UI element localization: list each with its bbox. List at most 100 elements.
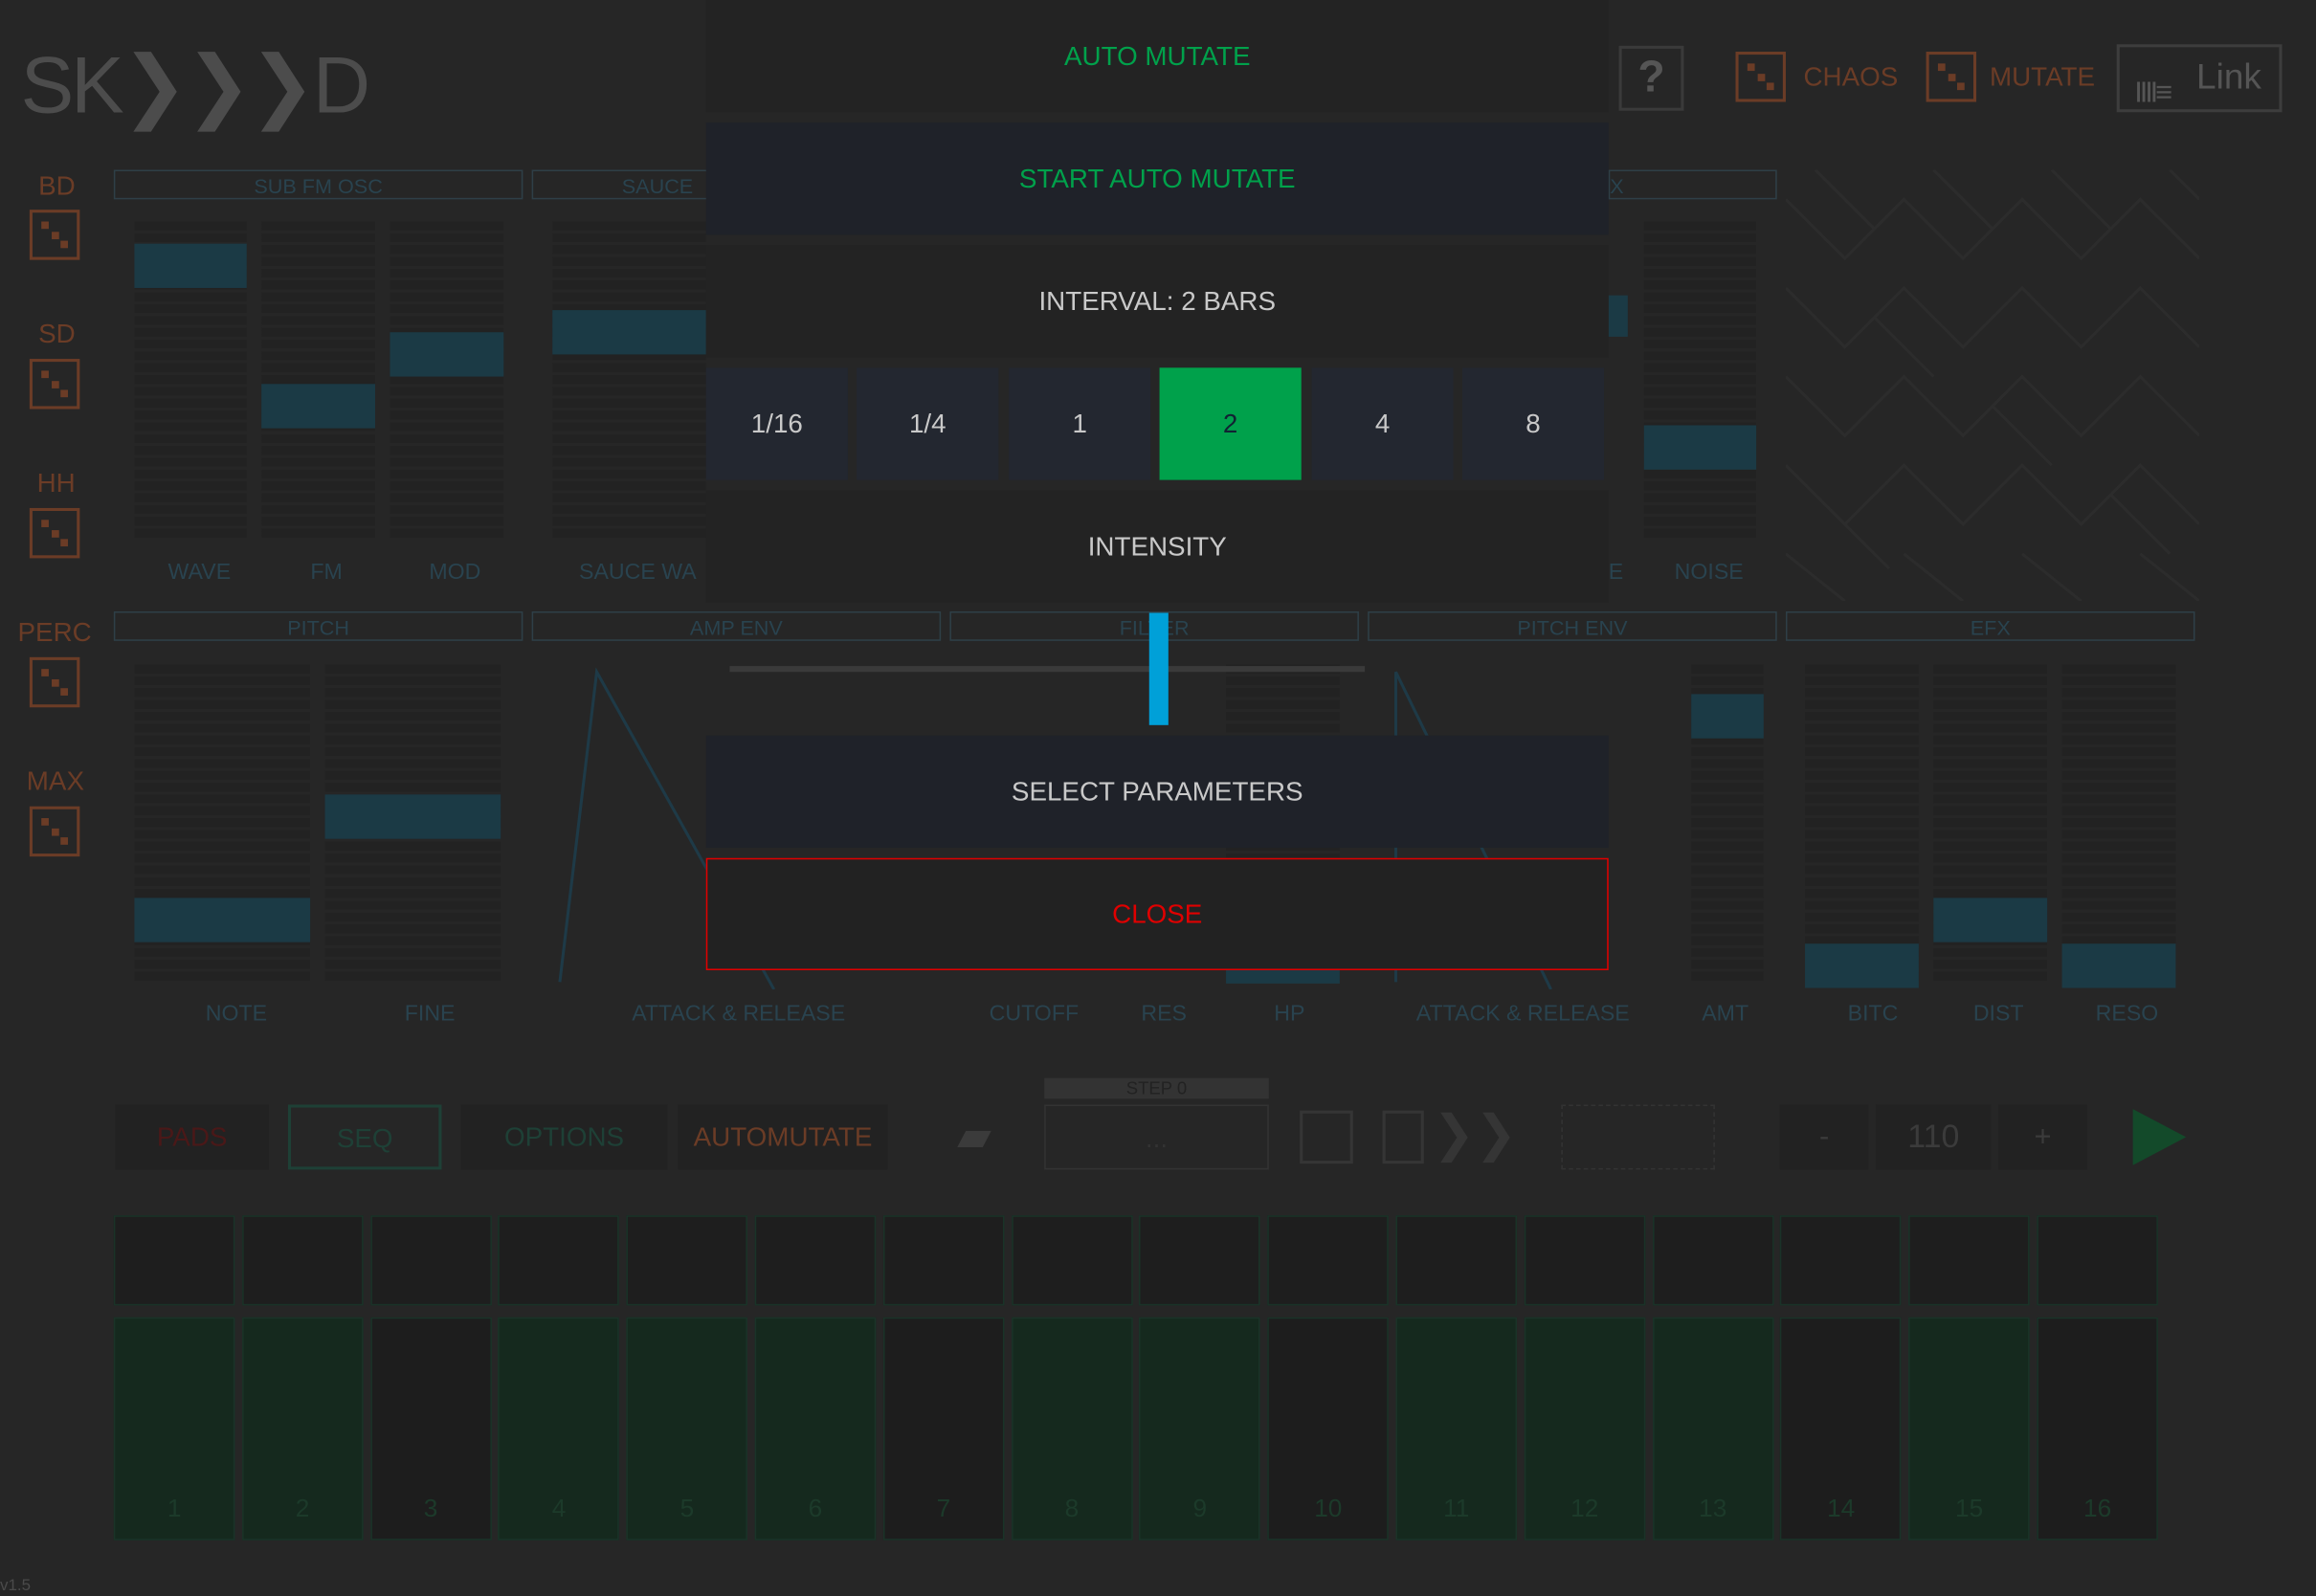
step-pad-8[interactable]: 8 [1011,1317,1133,1541]
interval-2-button[interactable]: 2 [1159,367,1302,480]
step-pad-10[interactable]: 10 [1267,1317,1390,1541]
section-sub-fm-osc: SUB FM OSC [113,169,523,200]
step-pad-2[interactable]: 2 [241,1317,364,1541]
section-sauce: SAUCE [531,169,709,200]
track-perc-dice-icon[interactable] [29,656,80,708]
fm-slider[interactable] [261,221,376,541]
tempo-value[interactable]: 110 [1876,1104,1992,1170]
intensity-label: INTENSITY [705,490,1609,603]
label-fm: FM [310,559,343,586]
track-sd-dice-icon[interactable] [29,359,80,410]
step-pad-11[interactable]: 11 [1395,1317,1518,1541]
interval-1-16-button[interactable]: 1/16 [705,367,848,480]
wave-slider[interactable] [134,221,247,541]
tab-seq[interactable]: SEQ [287,1104,442,1170]
step-accent-11[interactable] [1395,1215,1518,1306]
step-accent-3[interactable] [369,1215,492,1306]
step-accent-15[interactable] [1908,1215,2030,1306]
step-accent-5[interactable] [626,1215,748,1306]
step-pad-14[interactable]: 14 [1780,1317,1902,1541]
link-button[interactable]: IIII≡ Link [2116,44,2283,113]
save-icon[interactable] [1300,1110,1353,1164]
interval-1-button[interactable]: 1 [1009,367,1151,480]
tempo-plus-button[interactable]: + [1998,1104,2087,1170]
select-parameters-button[interactable]: SELECT PARAMETERS [705,735,1609,848]
step-accent-9[interactable] [1139,1215,1261,1306]
step-number: 4 [551,1494,567,1523]
noise-slider[interactable] [1643,221,1757,541]
track-label-bd[interactable]: BD [38,171,76,202]
start-auto-mutate-button[interactable]: START AUTO MUTATE [705,122,1609,235]
label-dist: DIST [1972,1001,2024,1027]
track-max-dice-icon[interactable] [29,806,80,857]
note-slider[interactable] [134,664,311,984]
paste-chevrons-icon[interactable]: ❯❯ [1433,1104,1517,1164]
reso-slider[interactable] [2061,664,2176,988]
step-value-field[interactable]: ... [1044,1104,1269,1170]
link-icon: IIII≡ [2134,77,2172,110]
step-pad-1[interactable]: 1 [113,1317,235,1541]
section-noise: X [1608,169,1777,200]
close-button[interactable]: CLOSE [705,857,1609,971]
track-hh-dice-icon[interactable] [29,507,80,559]
disabled-button [1561,1104,1715,1170]
label-note: NOTE [205,1001,268,1027]
chaos-button[interactable]: CHAOS [1803,62,1898,93]
play-icon[interactable] [2132,1109,2187,1165]
step-pad-12[interactable]: 12 [1524,1317,1646,1541]
mutate-button[interactable]: MUTATE [1990,62,2095,93]
interval-1-4-button[interactable]: 1/4 [857,367,999,480]
copy-icon[interactable] [1382,1110,1424,1164]
step-pad-7[interactable]: 7 [882,1317,1005,1541]
step-pad-6[interactable]: 6 [754,1317,877,1541]
tempo-minus-button[interactable]: - [1779,1104,1869,1170]
step-pad-13[interactable]: 13 [1652,1317,1773,1541]
step-accent-12[interactable] [1524,1215,1646,1306]
step-accent-6[interactable] [754,1215,877,1306]
step-accent-1[interactable] [113,1215,235,1306]
hidden-slider-knob [1608,295,1628,337]
track-label-hh[interactable]: HH [37,468,76,499]
step-number: 2 [295,1494,310,1523]
fine-slider[interactable] [324,664,501,984]
intensity-slider[interactable] [706,612,1609,725]
amt-slider[interactable] [1691,664,1764,984]
step-pad-3[interactable]: 3 [369,1317,492,1541]
step-accent-16[interactable] [2037,1215,2158,1306]
track-label-max[interactable]: MAX [27,766,84,797]
bitc-slider[interactable] [1805,664,1919,988]
step-accent-7[interactable] [882,1215,1005,1306]
step-pad-15[interactable]: 15 [1908,1317,2030,1541]
tab-options[interactable]: OPTIONS [460,1104,668,1170]
tab-automutate[interactable]: AUTOMUTATE [678,1104,888,1170]
step-pad-16[interactable]: 16 [2037,1317,2158,1541]
sauce-wave-slider[interactable] [552,221,706,541]
mod-slider[interactable] [390,221,504,541]
step-accent-14[interactable] [1780,1215,1902,1306]
interval-4-button[interactable]: 4 [1311,367,1454,480]
tab-pads[interactable]: PADS [115,1104,269,1170]
step-label: STEP 0 [1044,1077,1269,1099]
step-accent-10[interactable] [1267,1215,1390,1306]
step-accent-4[interactable] [498,1215,620,1306]
label-noise: NOISE [1674,559,1744,586]
step-pad-9[interactable]: 9 [1139,1317,1261,1541]
interval-8-button[interactable]: 8 [1461,367,1605,480]
step-pad-4[interactable]: 4 [498,1317,620,1541]
folder-icon[interactable]: ▰ [957,1114,1016,1159]
step-accent-8[interactable] [1011,1215,1133,1306]
step-pad-5[interactable]: 5 [626,1317,748,1541]
intensity-handle[interactable] [1148,612,1169,725]
chaos-dice-icon [1735,52,1786,102]
step-number: 11 [1443,1494,1470,1523]
label-sauce-wave: SAUCE WA [579,559,697,586]
track-label-sd[interactable]: SD [38,319,76,349]
track-label-perc[interactable]: PERC [18,617,92,648]
help-button[interactable]: ? [1618,45,1684,111]
dist-slider[interactable] [1933,664,2048,984]
track-bd-dice-icon[interactable] [29,210,80,260]
step-accent-2[interactable] [241,1215,364,1306]
step-accent-13[interactable] [1652,1215,1773,1306]
help-icon: ? [1637,53,1665,102]
intensity-track [729,666,1366,673]
